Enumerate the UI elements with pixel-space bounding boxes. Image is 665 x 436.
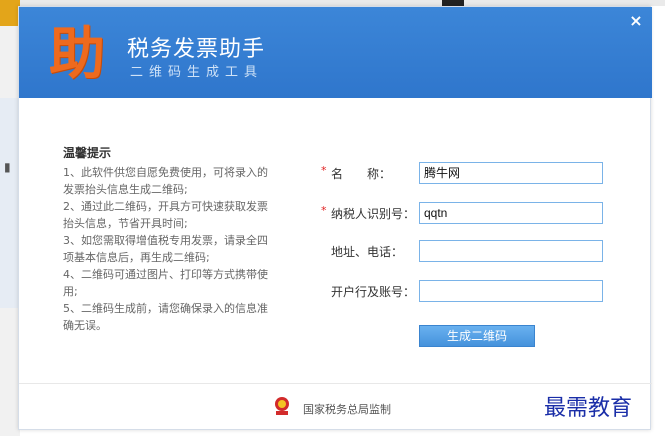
watermark-text: 最需教育 [544,396,633,421]
taxid-input[interactable]: qqtn [419,202,603,224]
name-label: 名 称： [331,167,392,181]
tip-item: 1、此软件供您自愿免费使用，可将录入的发票抬头信息生成二维码; [63,166,268,196]
dialog-header: 助 税务发票助手 二维码生成工具 × [19,7,652,98]
invoice-assistant-dialog: 助 税务发票助手 二维码生成工具 × 温馨提示 1、此软件供您自愿免费使用，可将… [18,6,652,430]
close-button[interactable]: × [626,11,646,31]
tips-panel: 温馨提示 1、此软件供您自愿免费使用，可将录入的发票抬头信息生成二维码; 2、通… [63,144,278,334]
app-logo: 助 [49,21,105,87]
tip-item: 4、二维码可通过图片、打印等方式携带使用; [63,268,268,298]
app-title: 税务发票助手 [127,37,266,62]
footer-divider [19,383,652,384]
tips-title: 温馨提示 [63,146,112,160]
generate-qrcode-button[interactable]: 生成二维码 [419,325,535,347]
bank-input[interactable] [419,280,603,302]
required-mark: * [321,204,327,217]
bank-row: 开户行及账号： [319,280,619,302]
tip-item: 3、如您需取得增值税专用发票，请录全四项基本信息后，再生成二维码; [63,234,268,264]
supervisor-label: 国家税务总局监制 [303,403,391,416]
tip-item: 2、通过此二维码，开具方可快速获取发票抬头信息，节省开具时间; [63,200,268,230]
background-panel [0,98,20,308]
background-glyph: ▮ [4,160,11,174]
taxid-row: * 纳税人识别号： qqtn [319,202,619,224]
national-emblem-icon [275,397,289,415]
taxid-label: 纳税人识别号： [331,207,416,221]
background-strip [0,0,20,26]
app-subtitle: 二维码生成工具 [130,65,264,80]
address-row: 地址、电话： [319,240,619,262]
bank-label: 开户行及账号： [331,285,416,299]
name-input[interactable]: 腾牛网 [419,162,603,184]
address-label: 地址、电话： [331,245,404,259]
background-window-edge: ▮ [0,0,20,436]
address-input[interactable] [419,240,603,262]
tip-item: 5、二维码生成前，请您确保录入的信息准确无误。 [63,302,268,332]
required-mark: * [321,164,327,177]
name-row: * 名 称： 腾牛网 [319,162,619,184]
